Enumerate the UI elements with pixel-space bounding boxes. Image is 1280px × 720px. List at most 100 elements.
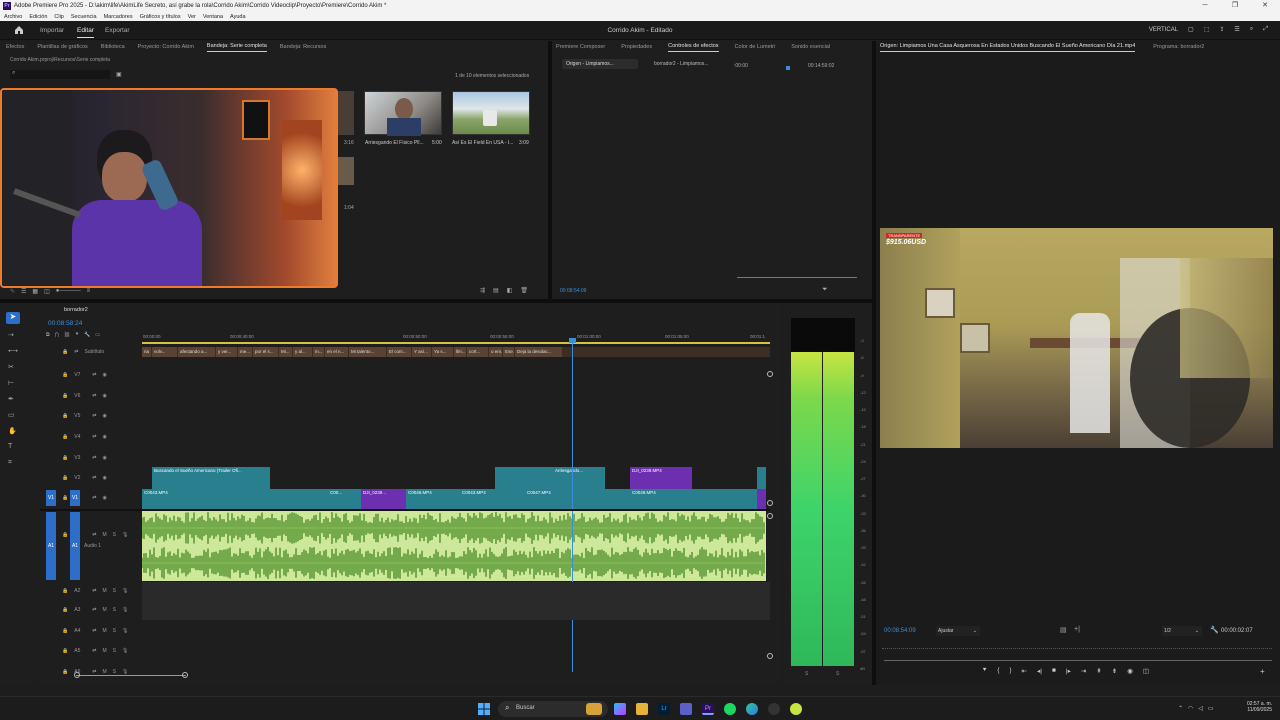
menu-ventana[interactable]: Ventana [203,14,223,20]
mute-button[interactable]: M [102,648,106,654]
edge-icon[interactable] [746,703,758,715]
stop-icon[interactable]: ■ [1052,667,1056,675]
solo-button[interactable]: S [113,648,116,654]
vertical-scroll-handle[interactable] [767,513,773,519]
sequence-chip[interactable]: borrador2 - Limpiamos... [644,59,720,69]
eye-icon[interactable]: ◉ [102,434,106,440]
bin-search-field[interactable]: ⌕ [10,70,110,79]
tab-lumetri[interactable]: Color de Lumetri [735,44,776,50]
razor-tool-icon[interactable]: ✂ [8,363,14,371]
search-icon[interactable]: ⌕ [1250,26,1253,33]
new-item-icon[interactable]: ◧ [507,287,513,294]
ripple-tool-icon[interactable]: ⟷ [8,347,18,355]
eye-icon[interactable]: ◉ [102,495,106,501]
subtitle-clip[interactable]: y al... [293,347,312,357]
lock-icon[interactable]: 🔒 [62,372,68,378]
share-icon[interactable]: ⬚ [1204,26,1210,33]
tab-program-monitor[interactable]: Programa: borrador2 [1153,44,1204,50]
video-clip[interactable]: C0047.MP4 [525,489,630,509]
quality-dropdown[interactable]: 1/2 ⌄ [1162,626,1202,636]
subtitle-clip[interactable]: Ya s... [432,347,453,357]
eye-icon[interactable]: ◉ [102,475,106,481]
workspace-vertical[interactable]: VERTICAL [1149,27,1178,33]
microphone-icon[interactable]: 🎙 [122,588,128,594]
tab-biblioteca[interactable]: Biblioteca [101,44,125,50]
quick-export-icon[interactable]: ▢ [1188,26,1194,33]
video-clip[interactable]: Arriesgando... [495,467,605,489]
chevron-up-icon[interactable]: ⌃ [1178,705,1183,712]
video-clip[interactable]: DJI_0239.MP4 [630,467,692,489]
lock-icon[interactable]: 🔒 [62,628,68,634]
subtitle-clip[interactable]: Y así... [412,347,431,357]
subtitle-clip[interactable]: en el n... [325,347,348,357]
source-patch-v1[interactable]: V1 [46,490,56,506]
lock-icon[interactable]: 🔒 [62,413,68,419]
obs-icon[interactable] [768,703,780,715]
subtitle-clip[interactable]: llm... [454,347,466,357]
subtitle-clip[interactable]: Mi... [279,347,292,357]
zoom-slider[interactable]: ●───── [56,288,81,295]
taskbar-search[interactable]: ⌕ Buscar [498,701,608,717]
upload-icon[interactable]: ⇪ [1219,26,1224,33]
track-sync-icon[interactable]: ⇄ [74,349,78,355]
toggle-sync-icon[interactable]: ⇄ [92,532,96,538]
fullscreen-icon[interactable]: ⤢ [1263,26,1268,33]
lock-icon[interactable]: 🔒 [62,455,68,461]
vertical-scroll-handle[interactable] [767,371,773,377]
video-clip[interactable]: Buscando el Sueño Americano (Trailer Ofi… [152,467,270,489]
eye-icon[interactable]: ◉ [102,413,106,419]
microphone-icon[interactable]: 🎙 [122,648,128,654]
filter-icon[interactable]: ⏷ [822,286,828,294]
horizontal-zoom-bar[interactable] [76,675,186,676]
tab-plantillas[interactable]: Plantillas de gráficos [37,44,87,50]
toggle-sync-icon[interactable]: ⇄ [92,455,96,461]
selection-tool-icon[interactable]: ➤ [6,312,20,324]
audio-clip[interactable] [142,511,766,581]
settings-icon[interactable]: ▤ [1060,626,1067,634]
source-chip[interactable]: Origen - Limpiamos... [562,59,638,69]
subtitle-clip[interactable]: Ese... [503,347,514,357]
mark-out-icon[interactable]: } [1009,667,1011,675]
microphone-icon[interactable]: 🎙 [122,532,128,538]
tab-controles-efectos[interactable]: Controles de efectos [668,43,718,52]
maximize-button[interactable]: ❐ [1220,0,1250,12]
teams-icon[interactable] [680,703,692,715]
menu-clip[interactable]: Clip [54,14,63,20]
vertical-scroll-handle[interactable] [767,653,773,659]
go-to-out-icon[interactable]: ⇥ [1081,667,1086,675]
copilot-icon[interactable] [614,703,626,715]
rectangle-tool-icon[interactable]: ▭ [8,411,15,419]
lock-icon[interactable]: 🔒 [62,532,68,538]
lock-icon[interactable]: 🔒 [62,475,68,481]
effects-playhead[interactable] [786,66,790,70]
tab-efectos[interactable]: Efectos [6,44,24,50]
video-clip[interactable]: C0046.MP4 [406,489,460,509]
marker-icon[interactable]: ⯆ [75,332,79,338]
toggle-sync-icon[interactable]: ⇄ [92,648,96,654]
mute-button[interactable]: M [102,532,106,538]
video-clip[interactable] [757,489,766,509]
microphone-icon[interactable]: 🎙 [122,607,128,613]
tab-propiedades[interactable]: Propiedades [621,44,652,50]
video-clip[interactable]: C0043.MP4 [460,489,525,509]
toggle-sync-icon[interactable]: ⇄ [92,372,96,378]
pen-tool-icon[interactable]: ✒ [8,395,14,403]
toggle-sync-icon[interactable]: ⇄ [92,495,96,501]
lock-icon[interactable]: 🔒 [62,349,68,355]
step-back-icon[interactable]: ◂| [1037,667,1042,675]
menu-edicion[interactable]: Edición [29,14,47,20]
subtitle-clip[interactable]: ria [142,347,151,357]
hand-tool-icon[interactable]: ✋ [8,427,17,435]
camera-icon[interactable]: ◉ [1127,667,1133,675]
mark-in-icon[interactable]: { [997,667,999,675]
solo-button[interactable]: S [113,588,116,594]
track-target-a1[interactable]: A1 [70,512,80,580]
extract-icon[interactable]: ⇟ [1112,667,1117,675]
pencil-icon[interactable]: ✎ [10,288,15,295]
slip-tool-icon[interactable]: ⊢ [8,379,14,387]
marker-icon[interactable]: ⯆ [982,667,987,675]
subtitle-clip[interactable]: me... [238,347,252,357]
go-to-in-icon[interactable]: ⇤ [1022,667,1027,675]
add-marker-icon[interactable]: +| [1074,626,1080,633]
source-patch-a1[interactable]: A1 [46,512,56,580]
